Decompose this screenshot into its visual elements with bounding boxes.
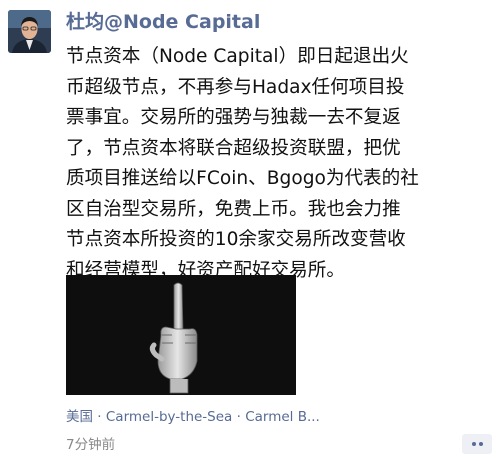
post-text-line: 区自治型交易所，免费上币。我也会力推 [66, 198, 401, 220]
post-image[interactable] [66, 275, 296, 395]
author-name[interactable]: 杜均@Node Capital [66, 9, 260, 35]
post-text-line: 币超级节点，不再参与Hadax任何项目投 [66, 76, 405, 98]
post-text: 节点资本（Node Capital）即日起退出火 币超级节点，不再参与Hadax… [66, 42, 498, 286]
middle-finger-hand-icon [66, 275, 296, 395]
post-text-line: 节点资本（Node Capital）即日起退出火 [66, 46, 409, 67]
location-link[interactable]: 美国 · Carmel-by-the-Sea · Carmel B... [66, 408, 496, 426]
post-text-line: 票事宜。交易所的强势与独裁一去不复返 [66, 107, 401, 128]
post-time: 7分钟前 [66, 437, 116, 453]
post-text-line: 了，节点资本将联合超级投资联盟，把优 [66, 137, 401, 159]
more-dots-icon [472, 442, 476, 446]
more-dots-icon [479, 442, 483, 446]
post-text-line: 质项目推送给以FCoin、Bgogo为代表的社 [66, 168, 419, 189]
avatar[interactable] [8, 10, 51, 53]
more-button[interactable] [462, 434, 492, 454]
post-text-line: 节点资本所投资的10余家交易所改变营收 [66, 229, 406, 250]
avatar-image [8, 10, 51, 53]
